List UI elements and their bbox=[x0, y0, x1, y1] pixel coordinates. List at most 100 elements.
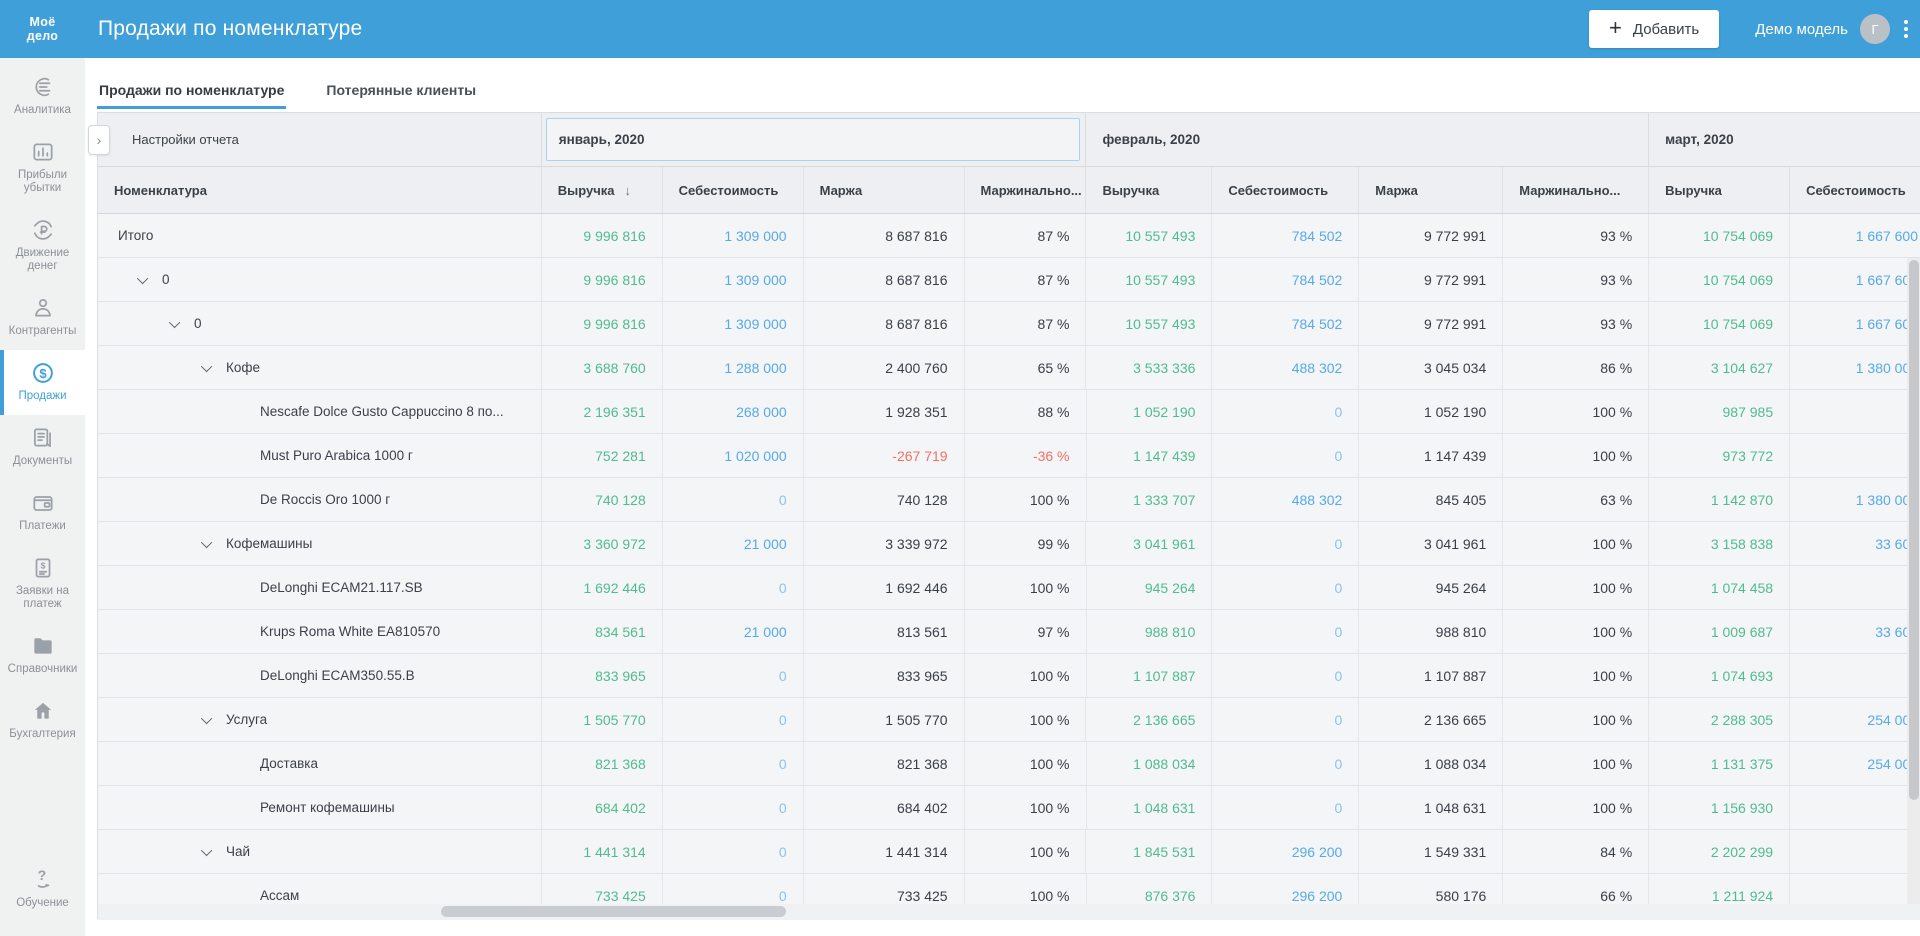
cell-margin: 1 147 439 bbox=[1358, 434, 1502, 477]
cell-cost: 0 bbox=[662, 742, 803, 785]
column-header-m0-margin[interactable]: Маржа bbox=[803, 167, 964, 213]
column-header-m2-revenue[interactable]: Выручка bbox=[1648, 167, 1789, 213]
cell-rev: 752 281 bbox=[541, 434, 662, 477]
table-row[interactable]: Услуга1 505 77001 505 770100 %2 136 6650… bbox=[98, 698, 1920, 742]
table-row[interactable]: Nescafe Dolce Gusto Cappuccino 8 по...2 … bbox=[98, 390, 1920, 434]
table-row[interactable]: De Roccis Oro 1000 г740 1280740 128100 %… bbox=[98, 478, 1920, 522]
cell-cost: 0 bbox=[1789, 566, 1920, 609]
row-name-cell: De Roccis Oro 1000 г bbox=[98, 478, 541, 521]
horizontal-scrollbar[interactable] bbox=[98, 904, 1920, 920]
cell-pct: 100 % bbox=[964, 698, 1086, 741]
app-logo[interactable]: Моё дело bbox=[0, 15, 85, 43]
cell-cost: 1 667 600 bbox=[1789, 302, 1920, 345]
cell-cost: 784 502 bbox=[1211, 258, 1358, 301]
table-row[interactable]: Кофе3 688 7601 288 0002 400 76065 %3 533… bbox=[98, 346, 1920, 390]
column-header-label: Выручка bbox=[1665, 183, 1722, 198]
chevron-down-icon[interactable] bbox=[137, 272, 148, 283]
cell-rev: 1 052 190 bbox=[1086, 390, 1212, 433]
sidebar-item-education[interactable]: ?Обучение bbox=[0, 857, 85, 922]
cell-cost: 1 020 000 bbox=[662, 434, 803, 477]
cell-margin: 1 052 190 bbox=[1358, 390, 1502, 433]
cell-margin: 945 264 bbox=[1358, 566, 1502, 609]
row-name-cell: 0 bbox=[98, 258, 541, 301]
table-row[interactable]: Чай1 441 31401 441 314100 %1 845 531296 … bbox=[98, 830, 1920, 874]
report-settings-label[interactable]: Настройки отчета bbox=[132, 132, 239, 147]
table-row[interactable]: DeLonghi ECAM21.117.SB1 692 44601 692 44… bbox=[98, 566, 1920, 610]
table-row[interactable]: Итого9 996 8161 309 0008 687 81687 %10 5… bbox=[98, 214, 1920, 258]
chevron-down-icon[interactable] bbox=[169, 316, 180, 327]
table-row[interactable]: Must Puro Arabica 1000 г752 2811 020 000… bbox=[98, 434, 1920, 478]
cell-cost: 0 bbox=[1211, 566, 1358, 609]
month-header-0[interactable]: январь, 2020 bbox=[541, 113, 1086, 166]
table-row[interactable]: Ремонт кофемашины684 4020684 402100 %1 0… bbox=[98, 786, 1920, 830]
table-row[interactable]: 09 996 8161 309 0008 687 81687 %10 557 4… bbox=[98, 258, 1920, 302]
sidebar-item-payments[interactable]: Платежи bbox=[0, 480, 85, 545]
vertical-scrollbar-thumb[interactable] bbox=[1909, 260, 1919, 800]
column-header-label: Маржа bbox=[1375, 183, 1418, 198]
sidebar-item-cashflow[interactable]: Движениеденег bbox=[0, 207, 85, 285]
sidebar-item-pnl[interactable]: Прибылиубытки bbox=[0, 129, 85, 207]
expand-settings-button[interactable]: › bbox=[88, 125, 110, 155]
column-header-m0-marginality[interactable]: Маржинально... bbox=[964, 167, 1086, 213]
row-name: Доставка bbox=[260, 756, 318, 771]
cell-rev: 1 692 446 bbox=[541, 566, 662, 609]
chevron-down-icon[interactable] bbox=[201, 844, 212, 855]
cell-margin: 1 107 887 bbox=[1358, 654, 1502, 697]
sidebar-item-accounting[interactable]: Бухгалтерия bbox=[0, 688, 85, 753]
column-header-m0-cost[interactable]: Себестоимость bbox=[662, 167, 803, 213]
period-picker-selected[interactable]: январь, 2020 bbox=[546, 118, 1081, 161]
add-button[interactable]: + Добавить bbox=[1589, 10, 1719, 48]
cell-cost: 33 600 bbox=[1789, 522, 1920, 565]
column-header-m1-margin[interactable]: Маржа bbox=[1358, 167, 1502, 213]
table-row[interactable]: 09 996 8161 309 0008 687 81687 %10 557 4… bbox=[98, 302, 1920, 346]
sidebar-item-directories[interactable]: Справочники bbox=[0, 623, 85, 688]
table-row[interactable]: Krups Roma White EA810570834 56121 00081… bbox=[98, 610, 1920, 654]
sidebar-item-partners[interactable]: Контрагенты bbox=[0, 285, 85, 350]
cell-pct: -36 % bbox=[964, 434, 1086, 477]
chevron-down-icon[interactable] bbox=[201, 536, 212, 547]
table-row[interactable]: DeLonghi ECAM350.55.B833 9650833 965100 … bbox=[98, 654, 1920, 698]
row-name: Кофемашины bbox=[226, 536, 312, 551]
column-header-m1-cost[interactable]: Себестоимость bbox=[1211, 167, 1358, 213]
cell-pct: 97 % bbox=[964, 610, 1086, 653]
month-header-2[interactable]: март, 2020 bbox=[1648, 113, 1920, 166]
sidebar-item-analytics[interactable]: Аналитика bbox=[0, 64, 85, 129]
cell-rev: 10 557 493 bbox=[1085, 302, 1211, 345]
column-header-m0-revenue[interactable]: Выручка↓ bbox=[541, 167, 662, 213]
kebab-menu-icon[interactable] bbox=[1904, 20, 1908, 38]
avatar[interactable]: Г bbox=[1860, 14, 1890, 44]
cell-pct: 93 % bbox=[1502, 214, 1648, 257]
month-header-1[interactable]: февраль, 2020 bbox=[1085, 113, 1648, 166]
sidebar-item-documents[interactable]: Документы bbox=[0, 415, 85, 480]
tab-lost-clients[interactable]: Потерянные клиенты bbox=[324, 58, 478, 109]
table-row[interactable]: Доставка821 3680821 368100 %1 088 03401 … bbox=[98, 742, 1920, 786]
row-name: Nescafe Dolce Gusto Cappuccino 8 по... bbox=[260, 404, 504, 419]
pay-requests-icon: $ bbox=[2, 555, 83, 581]
horizontal-scrollbar-thumb[interactable] bbox=[441, 906, 786, 917]
cell-pct: 93 % bbox=[1502, 302, 1648, 345]
cell-margin: 2 400 760 bbox=[803, 346, 964, 389]
tab-sales-by-nomenclature[interactable]: Продажи по номенклатуре bbox=[97, 58, 286, 109]
cell-cost: 1 667 600 bbox=[1789, 258, 1920, 301]
row-name-cell: Чай bbox=[98, 830, 541, 873]
column-header-label: Себестоимость bbox=[679, 183, 779, 198]
vertical-scrollbar[interactable] bbox=[1907, 258, 1920, 904]
cell-rev: 1 142 870 bbox=[1648, 478, 1789, 521]
month-label: январь, 2020 bbox=[547, 132, 645, 147]
table-row[interactable]: Кофемашины3 360 97221 0003 339 97299 %3 … bbox=[98, 522, 1920, 566]
user-name[interactable]: Демо модель bbox=[1755, 21, 1848, 38]
row-name-cell: Доставка bbox=[98, 742, 541, 785]
chevron-down-icon[interactable] bbox=[201, 360, 212, 371]
cell-cost: 784 502 bbox=[1211, 302, 1358, 345]
cell-pct: 65 % bbox=[964, 346, 1086, 389]
column-header-m1-revenue[interactable]: Выручка bbox=[1085, 167, 1211, 213]
cell-rev: 1 333 707 bbox=[1086, 478, 1212, 521]
column-header-m1-marginality[interactable]: Маржинально... bbox=[1502, 167, 1648, 213]
sidebar-item-sales[interactable]: $Продажи bbox=[0, 350, 85, 415]
chevron-down-icon[interactable] bbox=[201, 712, 212, 723]
sidebar-item-pay-requests[interactable]: $Заявки наплатеж bbox=[0, 545, 85, 623]
cell-pct: 100 % bbox=[964, 566, 1086, 609]
column-header-nomenclature[interactable]: Номенклатура bbox=[98, 167, 541, 213]
column-header-m2-cost[interactable]: Себестоимость bbox=[1789, 167, 1920, 213]
cell-rev: 834 561 bbox=[541, 610, 662, 653]
